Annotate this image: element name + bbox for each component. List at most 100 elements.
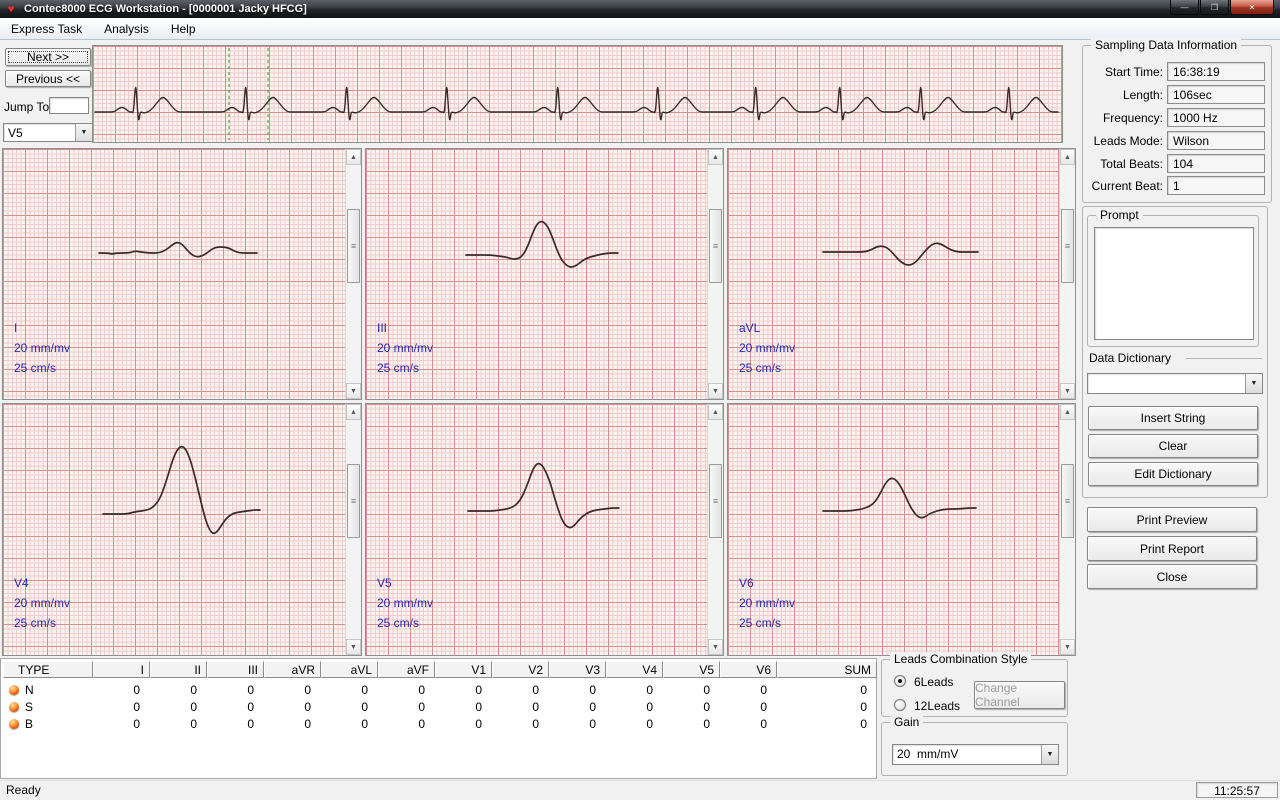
print-preview-button[interactable]: Print Preview bbox=[1087, 507, 1257, 532]
gain-group: Gain 20 mm/mV ▼ bbox=[881, 722, 1068, 776]
cell: 0 bbox=[93, 683, 150, 697]
previous-button[interactable]: Previous << bbox=[5, 70, 91, 87]
gain-combo[interactable]: 20 mm/mV ▼ bbox=[892, 744, 1059, 765]
edit-dictionary-button[interactable]: Edit Dictionary bbox=[1088, 462, 1258, 486]
scroll-up-icon[interactable]: ▲ bbox=[708, 149, 723, 165]
col-avr[interactable]: aVR bbox=[264, 661, 321, 678]
close-window-button[interactable]: ✕ bbox=[1230, 0, 1274, 15]
cell: 0 bbox=[492, 717, 549, 731]
table-row-b[interactable]: B 0 0 0 0 0 0 0 0 0 0 0 0 0 bbox=[3, 715, 877, 732]
cell: 0 bbox=[663, 683, 720, 697]
row-type-cell: N bbox=[3, 683, 93, 697]
restore-button[interactable]: ❐ bbox=[1200, 0, 1229, 15]
panel-scrollbar[interactable]: ▲ ≡ ▼ bbox=[345, 404, 361, 655]
scrollbar-thumb[interactable]: ≡ bbox=[1061, 209, 1074, 283]
scrollbar-thumb[interactable]: ≡ bbox=[709, 209, 722, 283]
lead-name-label: III bbox=[377, 321, 387, 335]
prompt-textarea[interactable] bbox=[1094, 227, 1254, 340]
clear-button[interactable]: Clear bbox=[1088, 434, 1258, 458]
col-avf[interactable]: aVF bbox=[378, 661, 435, 678]
scrollbar-thumb[interactable]: ≡ bbox=[709, 464, 722, 538]
panel-scrollbar[interactable]: ▲ ≡ ▼ bbox=[1059, 149, 1075, 399]
col-v2[interactable]: V2 bbox=[492, 661, 549, 678]
chevron-down-icon[interactable]: ▼ bbox=[1041, 745, 1058, 764]
col-v1[interactable]: V1 bbox=[435, 661, 492, 678]
scroll-down-icon[interactable]: ▼ bbox=[708, 383, 723, 399]
cell: 0 bbox=[378, 700, 435, 714]
col-iii[interactable]: III bbox=[207, 661, 264, 678]
menu-help[interactable]: Help bbox=[160, 19, 207, 39]
scroll-down-icon[interactable]: ▼ bbox=[708, 639, 723, 655]
scroll-down-icon[interactable]: ▼ bbox=[346, 383, 361, 399]
panel-scrollbar[interactable]: ▲ ≡ ▼ bbox=[1059, 404, 1075, 655]
cell: 0 bbox=[321, 700, 378, 714]
col-v5[interactable]: V5 bbox=[663, 661, 720, 678]
data-dictionary-label: Data Dictionary bbox=[1089, 351, 1171, 365]
panel-scrollbar[interactable]: ▲ ≡ ▼ bbox=[707, 404, 723, 655]
change-channel-button[interactable]: Change Channel bbox=[974, 681, 1065, 709]
radio-12leads[interactable] bbox=[894, 699, 906, 711]
col-v4[interactable]: V4 bbox=[606, 661, 663, 678]
print-report-button[interactable]: Print Report bbox=[1087, 536, 1257, 561]
ecg-grid: III 20 mm/mv 25 cm/s bbox=[366, 149, 707, 399]
row-type-cell: S bbox=[3, 700, 93, 714]
table-row-s[interactable]: S 0 0 0 0 0 0 0 0 0 0 0 0 0 bbox=[3, 698, 877, 715]
gain-label: 20 mm/mv bbox=[377, 341, 433, 355]
cell: 0 bbox=[378, 683, 435, 697]
rhythm-strip[interactable] bbox=[92, 45, 1063, 143]
speed-label: 25 cm/s bbox=[739, 616, 781, 630]
col-avl[interactable]: aVL bbox=[321, 661, 378, 678]
cell: 0 bbox=[435, 683, 492, 697]
cell: 0 bbox=[549, 683, 606, 697]
cell: 0 bbox=[321, 717, 378, 731]
scroll-down-icon[interactable]: ▼ bbox=[1060, 639, 1075, 655]
beat-type-icon bbox=[9, 719, 19, 729]
col-i[interactable]: I bbox=[93, 661, 150, 678]
leads-combination-group: Leads Combination Style 6Leads 12Leads C… bbox=[881, 659, 1068, 717]
scroll-up-icon[interactable]: ▲ bbox=[1060, 149, 1075, 165]
radio-6leads-label[interactable]: 6Leads bbox=[914, 675, 953, 689]
cell: 0 bbox=[435, 717, 492, 731]
scrollbar-thumb[interactable]: ≡ bbox=[347, 209, 360, 283]
menu-express-task[interactable]: Express Task bbox=[0, 19, 93, 39]
gain-label: 20 mm/mv bbox=[739, 341, 795, 355]
radio-12leads-label[interactable]: 12Leads bbox=[914, 699, 960, 713]
col-sum[interactable]: SUM bbox=[777, 661, 877, 678]
scroll-up-icon[interactable]: ▲ bbox=[708, 404, 723, 420]
length-value: 106sec bbox=[1167, 85, 1265, 104]
col-ii[interactable]: II bbox=[150, 661, 207, 678]
beat-table: TYPE I II III aVR aVL aVF V1 V2 V3 V4 V5… bbox=[0, 658, 877, 779]
col-v3[interactable]: V3 bbox=[549, 661, 606, 678]
lead-select-combo[interactable]: V5 ▼ bbox=[3, 123, 93, 142]
table-row-n[interactable]: N 0 0 0 0 0 0 0 0 0 0 0 0 0 bbox=[3, 681, 877, 698]
data-dictionary-combo[interactable]: ▼ bbox=[1087, 373, 1263, 394]
cell: 0 bbox=[264, 717, 321, 731]
radio-6leads[interactable] bbox=[894, 675, 906, 687]
scroll-up-icon[interactable]: ▲ bbox=[346, 404, 361, 420]
chevron-down-icon[interactable]: ▼ bbox=[75, 124, 92, 141]
chevron-down-icon[interactable]: ▼ bbox=[1245, 374, 1262, 393]
col-type[interactable]: TYPE bbox=[3, 661, 93, 678]
close-button[interactable]: Close bbox=[1087, 564, 1257, 589]
sampling-info-group: Sampling Data Information Start Time: 16… bbox=[1082, 45, 1272, 203]
panel-scrollbar[interactable]: ▲ ≡ ▼ bbox=[707, 149, 723, 399]
jump-to-input[interactable] bbox=[49, 97, 89, 114]
menu-analysis[interactable]: Analysis bbox=[93, 19, 160, 39]
minimize-button[interactable]: — bbox=[1170, 0, 1199, 15]
scroll-up-icon[interactable]: ▲ bbox=[1060, 404, 1075, 420]
next-button[interactable]: Next >> bbox=[5, 48, 91, 66]
col-v6[interactable]: V6 bbox=[720, 661, 777, 678]
scroll-down-icon[interactable]: ▼ bbox=[1060, 383, 1075, 399]
scrollbar-thumb[interactable]: ≡ bbox=[347, 464, 360, 538]
leads-mode-value: Wilson bbox=[1167, 131, 1265, 150]
scroll-up-icon[interactable]: ▲ bbox=[346, 149, 361, 165]
cell: 0 bbox=[606, 700, 663, 714]
beat-table-header: TYPE I II III aVR aVL aVF V1 V2 V3 V4 V5… bbox=[3, 661, 877, 678]
panel-scrollbar[interactable]: ▲ ≡ ▼ bbox=[345, 149, 361, 399]
cell: 0 bbox=[207, 683, 264, 697]
scrollbar-thumb[interactable]: ≡ bbox=[1061, 464, 1074, 538]
cell: 0 bbox=[150, 683, 207, 697]
insert-string-button[interactable]: Insert String bbox=[1088, 406, 1258, 430]
scroll-down-icon[interactable]: ▼ bbox=[346, 639, 361, 655]
length-label: Length: bbox=[1083, 88, 1163, 102]
